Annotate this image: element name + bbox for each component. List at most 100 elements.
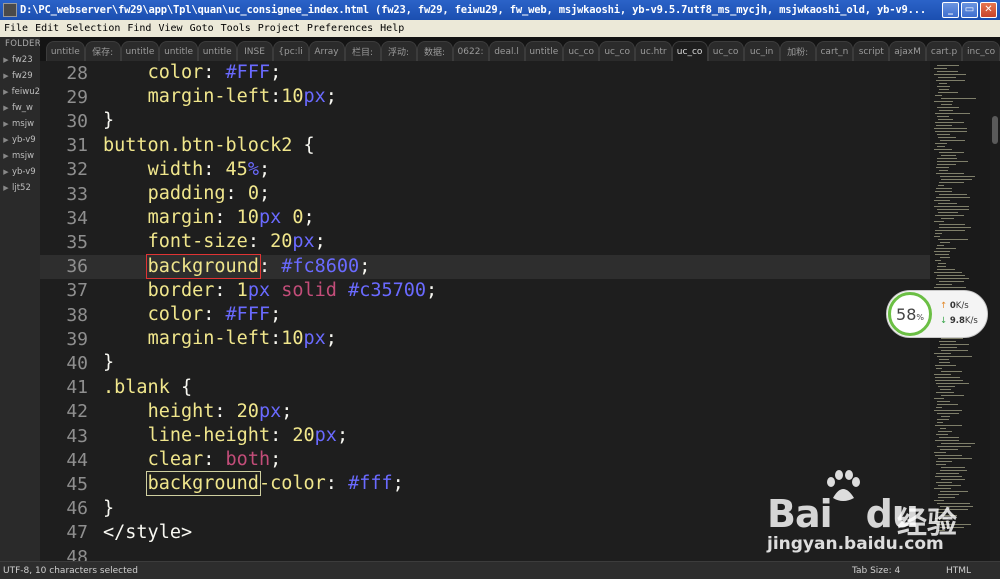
sidebar-folder-item[interactable]: ▶ msjw (0, 116, 40, 132)
code-line[interactable]: 39 margin-left:10px; (40, 327, 930, 351)
code-token: : (214, 400, 237, 422)
code-line[interactable]: 44 clear: both; (40, 448, 930, 472)
restore-button[interactable]: ▭ (961, 2, 978, 18)
editor-tab[interactable]: untitle (159, 41, 198, 61)
editor-tab[interactable]: ajaxM (889, 41, 926, 61)
sidebar-folder-item[interactable]: ▶ ljt52 (0, 180, 40, 196)
menu-file[interactable]: File (4, 23, 28, 34)
sidebar-folder-item[interactable]: ▶ msjw (0, 148, 40, 164)
code-line[interactable]: 33 padding: 0; (40, 182, 930, 206)
code-line[interactable]: 36 background: #fc8600; (40, 253, 930, 279)
expand-arrow-icon[interactable]: ▶ (0, 72, 12, 80)
code-line[interactable]: 30} (40, 109, 930, 133)
menu-help[interactable]: Help (380, 23, 404, 34)
expand-arrow-icon[interactable]: ▶ (0, 104, 12, 112)
menu-preferences[interactable]: Preferences (307, 23, 373, 34)
line-number: 36 (66, 256, 88, 278)
minimize-button[interactable]: _ (942, 2, 959, 18)
editor-tab[interactable]: Array (308, 41, 345, 61)
editor-tab[interactable]: uc_co (671, 41, 708, 61)
menu-selection[interactable]: Selection (66, 23, 120, 34)
line-number: 42 (66, 401, 88, 423)
expand-arrow-icon[interactable]: ▶ (0, 88, 12, 96)
code-line[interactable]: 35 font-size: 20px; (40, 230, 930, 254)
editor-tab[interactable]: uc_co (599, 41, 636, 61)
sidebar-folder-item[interactable]: ▶ fw_w (0, 100, 40, 116)
status-syntax[interactable]: HTML (946, 566, 971, 576)
editor-tab[interactable]: 栏目: (344, 41, 381, 61)
menu-goto[interactable]: Goto (190, 23, 214, 34)
expand-arrow-icon[interactable]: ▶ (0, 152, 12, 160)
expand-arrow-icon[interactable]: ▶ (0, 136, 12, 144)
code-token: : (270, 328, 282, 350)
expand-arrow-icon[interactable]: ▶ (0, 168, 12, 176)
editor-tab[interactable]: script (853, 41, 890, 61)
editor-tab[interactable]: inc_co (962, 41, 1000, 61)
editor-tab[interactable]: 0622: (452, 41, 489, 61)
editor-tab[interactable]: 加粉: (779, 41, 816, 61)
editor-tab[interactable]: untitle (120, 41, 160, 61)
minimap-line (940, 428, 946, 429)
editor-tab[interactable]: uc_in (743, 41, 780, 61)
status-tab-size[interactable]: Tab Size: 4 (852, 566, 900, 576)
code-line[interactable]: 29 margin-left:10px; (40, 85, 930, 109)
editor-tab[interactable]: {pc:li (272, 41, 309, 61)
code-line[interactable]: 43 line-height: 20px; (40, 424, 930, 448)
editor-tab[interactable]: uc.htr (635, 41, 672, 61)
editor-tab[interactable]: untitle (524, 41, 564, 61)
minimap-line (935, 143, 947, 144)
minimap-line (938, 92, 958, 93)
expand-arrow-icon[interactable]: ▶ (0, 120, 12, 128)
code-line[interactable]: 38 color: #FFF; (40, 303, 930, 327)
usage-gauge: 58% (888, 292, 932, 336)
editor-tab[interactable]: cart.p (925, 41, 963, 61)
editor-tab[interactable]: 保存: (84, 41, 121, 61)
code-line[interactable]: 41 .blank { (40, 376, 930, 400)
sidebar-folder-item[interactable]: ▶ fw23 (0, 52, 40, 68)
minimap-line (937, 245, 944, 246)
close-button[interactable]: ✕ (980, 2, 997, 18)
menu-tools[interactable]: Tools (221, 23, 251, 34)
code-line[interactable]: 31 button.btn-block2 { (40, 134, 930, 158)
editor-tab[interactable]: deal.l (488, 41, 525, 61)
menu-project[interactable]: Project (258, 23, 300, 34)
code-token: </style> (103, 521, 193, 543)
folder-sidebar: FOLDERS ▶fw23▶fw29▶feiwu2▶fw_w▶msjw▶yb-v… (0, 37, 40, 561)
editor-tab[interactable]: uc_co (707, 41, 744, 61)
menu-find[interactable]: Find (127, 23, 151, 34)
code-token: 20 (236, 400, 259, 422)
code-token: : (203, 62, 226, 83)
code-line[interactable]: 42 height: 20px; (40, 400, 930, 424)
code-line[interactable]: 28 color: #FFF; (40, 61, 930, 85)
minimap-line (939, 83, 947, 84)
code-line[interactable]: 32 width: 45%; (40, 158, 930, 182)
code-line[interactable]: 34 margin: 10px 0; (40, 206, 930, 230)
expand-arrow-icon[interactable]: ▶ (0, 56, 12, 64)
code-token: ; (336, 425, 349, 446)
editor-tab[interactable]: 浮动: (380, 41, 417, 61)
editor-tab[interactable]: untitle (46, 41, 85, 61)
code-token: px (303, 86, 326, 108)
scrollbar-thumb[interactable] (992, 116, 998, 144)
sidebar-folder-item[interactable]: ▶ yb-v9 (0, 132, 40, 148)
editor-tab[interactable]: uc_co (563, 41, 600, 61)
sidebar-folder-item[interactable]: ▶ fw29 (0, 68, 40, 84)
editor-tab[interactable]: cart_n (815, 41, 854, 61)
minimap-line (939, 437, 959, 438)
editor-tab[interactable]: 数据: (416, 41, 453, 61)
editor-tab[interactable]: INSE (236, 41, 273, 61)
code-line[interactable]: 40} (40, 351, 930, 375)
expand-arrow-icon[interactable]: ▶ (0, 184, 12, 192)
sidebar-folder-item[interactable]: ▶ yb-v9 (0, 164, 40, 180)
sidebar-folder-item[interactable]: ▶ feiwu2 (0, 84, 40, 100)
network-speed-widget[interactable]: 58% ↑ 0K/s ↓ 9.8K/s (886, 290, 988, 338)
menu-view[interactable]: View (158, 23, 182, 34)
editor-tab[interactable]: untitle (197, 41, 237, 61)
vertical-scrollbar[interactable] (990, 61, 1000, 561)
code-token: background (145, 253, 261, 279)
menu-edit[interactable]: Edit (35, 23, 59, 34)
code-line[interactable]: 37 border: 1px solid #c35700; (40, 279, 930, 303)
code-token: -color (258, 473, 326, 495)
